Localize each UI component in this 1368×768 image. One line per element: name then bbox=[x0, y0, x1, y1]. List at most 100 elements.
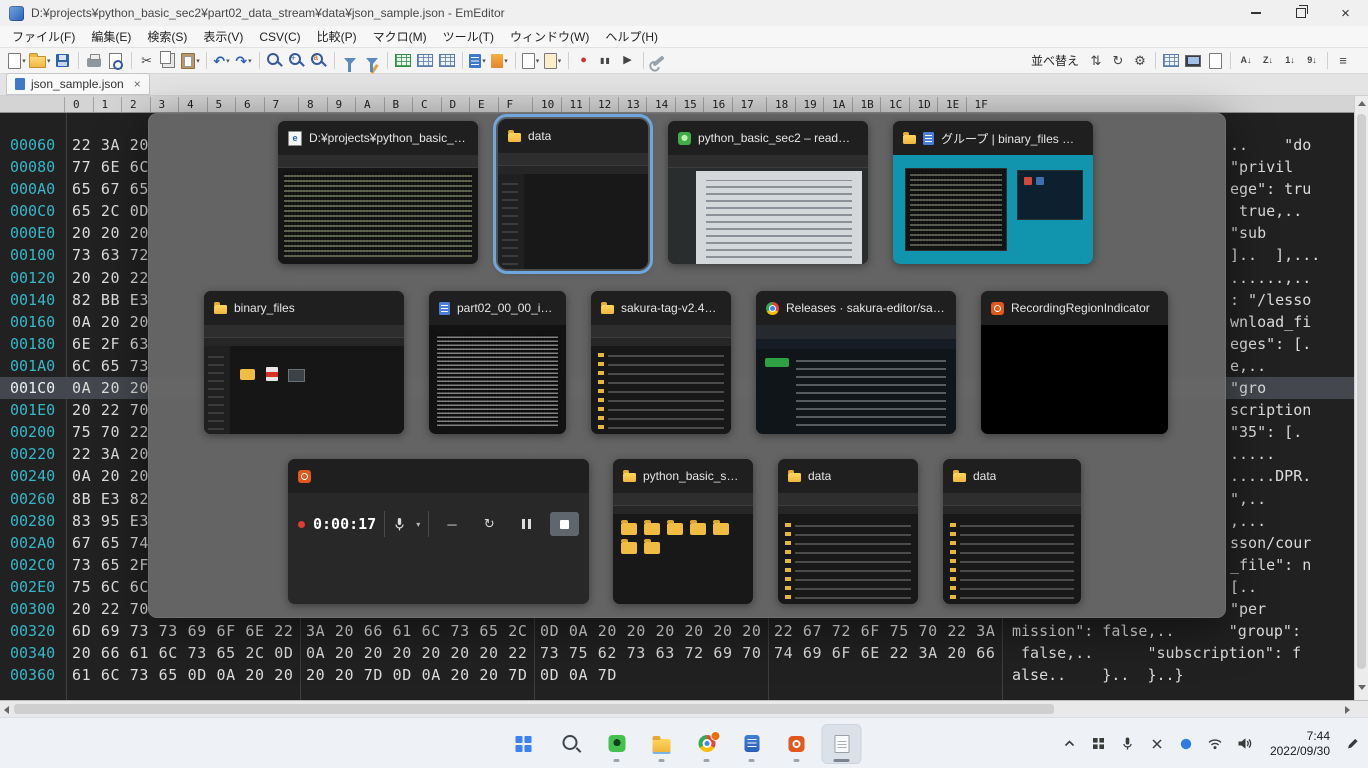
menu-window[interactable]: ウィンドウ(W) bbox=[502, 26, 597, 47]
find-next-icon[interactable] bbox=[286, 51, 308, 71]
alt-tab-window-readme[interactable]: python_basic_sec2 – readm… bbox=[668, 121, 868, 264]
alt-tab-window-chrome-releases[interactable]: Releases · sakura-editor/sa… bbox=[756, 291, 956, 434]
tray-wifi-icon[interactable] bbox=[1206, 735, 1224, 753]
sort-az-icon[interactable]: A↓ bbox=[1235, 51, 1257, 71]
record-icon[interactable]: ● bbox=[573, 51, 595, 71]
tray-close-icon[interactable] bbox=[1148, 735, 1166, 753]
doc-color-icon[interactable]: ▾ bbox=[489, 51, 511, 71]
taskbar-search-button[interactable] bbox=[552, 724, 592, 764]
page-icon[interactable] bbox=[1204, 51, 1226, 71]
sort-za-icon[interactable]: Z↓ bbox=[1257, 51, 1279, 71]
menu-view[interactable]: 表示(V) bbox=[195, 26, 251, 47]
print-icon[interactable] bbox=[83, 51, 105, 71]
paste-icon[interactable]: ▾ bbox=[180, 51, 202, 71]
scroll-down-icon[interactable] bbox=[1358, 685, 1366, 690]
gear-icon[interactable]: ⚙ bbox=[1129, 51, 1151, 71]
menu-search[interactable]: 検索(S) bbox=[139, 26, 195, 47]
microphone-icon[interactable] bbox=[393, 517, 406, 532]
page-a-icon[interactable]: ▾ bbox=[520, 51, 542, 71]
menu-tools[interactable]: ツール(T) bbox=[435, 26, 502, 47]
tray-volume-icon[interactable] bbox=[1235, 735, 1253, 753]
minimize-button[interactable] bbox=[1233, 0, 1278, 26]
taskbar-clock[interactable]: 7:44 2022/09/30 bbox=[1270, 729, 1330, 759]
alt-tab-window-data-3[interactable]: data bbox=[943, 459, 1081, 604]
menu-help[interactable]: ヘルプ(H) bbox=[597, 26, 666, 47]
new-file-icon[interactable]: ▾ bbox=[6, 51, 28, 71]
funnel-icon[interactable] bbox=[339, 51, 361, 71]
horizontal-scrollbar[interactable] bbox=[0, 700, 1368, 717]
taskbar-start-button[interactable] bbox=[507, 724, 547, 764]
cut-icon[interactable]: ✂ bbox=[136, 51, 158, 71]
sort-label[interactable]: 並べ替え bbox=[1031, 52, 1079, 69]
table-icon[interactable] bbox=[1160, 51, 1182, 71]
undo-icon[interactable]: ↶▾ bbox=[211, 51, 233, 71]
taskbar-emeditor-button[interactable] bbox=[822, 724, 862, 764]
alt-tab-window-binary-files[interactable]: binary_files bbox=[204, 291, 404, 434]
restart-recording-button[interactable]: ↻ bbox=[475, 512, 504, 536]
alt-tab-window-python-basic[interactable]: python_basic_s… bbox=[613, 459, 753, 604]
sort-19-icon[interactable]: 1↓ bbox=[1279, 51, 1301, 71]
menu-macros[interactable]: マクロ(M) bbox=[365, 26, 435, 47]
taskbar-chrome-button[interactable] bbox=[687, 724, 727, 764]
tray-blue-dot-icon[interactable] bbox=[1177, 735, 1195, 753]
menu-csv[interactable]: CSV(C) bbox=[251, 28, 308, 46]
menu-file[interactable]: ファイル(F) bbox=[4, 26, 83, 47]
hex-row-00360[interactable]: 0036061 6C 73 65 0D 0A 20 2020 20 7D 0D … bbox=[0, 664, 1354, 686]
alt-tab-window-recorder-controls[interactable]: 0:00:17 ▾ ─ ↻ bbox=[288, 459, 589, 604]
stop-recording-button[interactable] bbox=[550, 512, 579, 536]
save-icon[interactable] bbox=[52, 51, 74, 71]
preview-icon[interactable] bbox=[105, 51, 127, 71]
alt-tab-window-part02[interactable]: part02_00_00_i… bbox=[429, 291, 566, 434]
horizontal-scroll-thumb[interactable] bbox=[14, 704, 1054, 714]
open-folder-icon[interactable]: ▾ bbox=[28, 51, 52, 71]
taskbar-recorder-button[interactable] bbox=[777, 724, 817, 764]
play-icon[interactable]: ▶ bbox=[617, 51, 639, 71]
refresh-icon[interactable]: ↻ bbox=[1107, 51, 1129, 71]
table-green-icon[interactable] bbox=[392, 51, 414, 71]
alt-tab-window-sakura-tag[interactable]: sakura-tag-v2.4… bbox=[591, 291, 731, 434]
table-conv-icon[interactable] bbox=[414, 51, 436, 71]
tab-close-icon[interactable]: × bbox=[134, 77, 141, 91]
tab-json-sample[interactable]: json_sample.json × bbox=[6, 73, 150, 95]
page-b-icon[interactable]: ▾ bbox=[542, 51, 564, 71]
close-button[interactable]: × bbox=[1323, 0, 1368, 26]
scroll-right-icon[interactable] bbox=[1345, 706, 1350, 714]
scroll-up-icon[interactable] bbox=[1358, 101, 1366, 106]
vertical-scroll-thumb[interactable] bbox=[1357, 114, 1366, 669]
table-num-icon[interactable] bbox=[436, 51, 458, 71]
hex-row-00340[interactable]: 0034020 66 61 6C 73 65 2C 0D0A 20 20 20 … bbox=[0, 642, 1354, 664]
monitor-icon[interactable] bbox=[1182, 51, 1204, 71]
alt-tab-window-emeditor[interactable]: e D:¥projects¥python_basic_… bbox=[278, 121, 478, 264]
minimize-recorder-button[interactable]: ─ bbox=[437, 512, 466, 536]
pause-recording-button[interactable] bbox=[512, 512, 541, 536]
funnel-edit-icon[interactable] bbox=[361, 51, 383, 71]
chevron-down-icon[interactable]: ▾ bbox=[416, 520, 420, 529]
tray-mic-icon[interactable] bbox=[1119, 735, 1137, 753]
taskbar-green-app-button[interactable] bbox=[597, 724, 637, 764]
scroll-left-icon[interactable] bbox=[4, 706, 9, 714]
sort-91-icon[interactable]: 9↓ bbox=[1301, 51, 1323, 71]
alt-tab-window-group[interactable]: グループ | binary_files と… bbox=[893, 121, 1093, 264]
pause-icon[interactable]: ▮▮ bbox=[595, 51, 617, 71]
tray-grid-icon[interactable] bbox=[1090, 735, 1108, 753]
list-icon[interactable]: ≡ bbox=[1332, 51, 1354, 71]
copy-icon[interactable] bbox=[158, 51, 180, 71]
redo-icon[interactable]: ↷▾ bbox=[233, 51, 255, 71]
menu-edit[interactable]: 編集(E) bbox=[83, 26, 139, 47]
vertical-scrollbar[interactable] bbox=[1354, 96, 1368, 700]
find-icon[interactable] bbox=[264, 51, 286, 71]
alt-tab-window-data-2[interactable]: data bbox=[778, 459, 918, 604]
hex-row-00320[interactable]: 003206D 69 73 73 69 6F 6E 223A 20 66 61 … bbox=[0, 620, 1354, 642]
alt-tab-window-data-selected[interactable]: data bbox=[498, 119, 648, 269]
replace-icon[interactable] bbox=[308, 51, 330, 71]
doc-blue-icon[interactable]: ▾ bbox=[467, 51, 489, 71]
tray-chevron-up-icon[interactable] bbox=[1061, 735, 1079, 753]
restore-button[interactable] bbox=[1278, 0, 1323, 26]
sort-icon[interactable]: ⇅ bbox=[1085, 51, 1107, 71]
taskbar-explorer-button[interactable] bbox=[642, 724, 682, 764]
pen-icon[interactable] bbox=[1345, 736, 1360, 751]
taskbar-notebook-button[interactable] bbox=[732, 724, 772, 764]
wrench-icon[interactable] bbox=[648, 51, 670, 71]
alt-tab-window-recording-region[interactable]: RecordingRegionIndicator bbox=[981, 291, 1168, 434]
menu-compare[interactable]: 比較(P) bbox=[309, 26, 365, 47]
